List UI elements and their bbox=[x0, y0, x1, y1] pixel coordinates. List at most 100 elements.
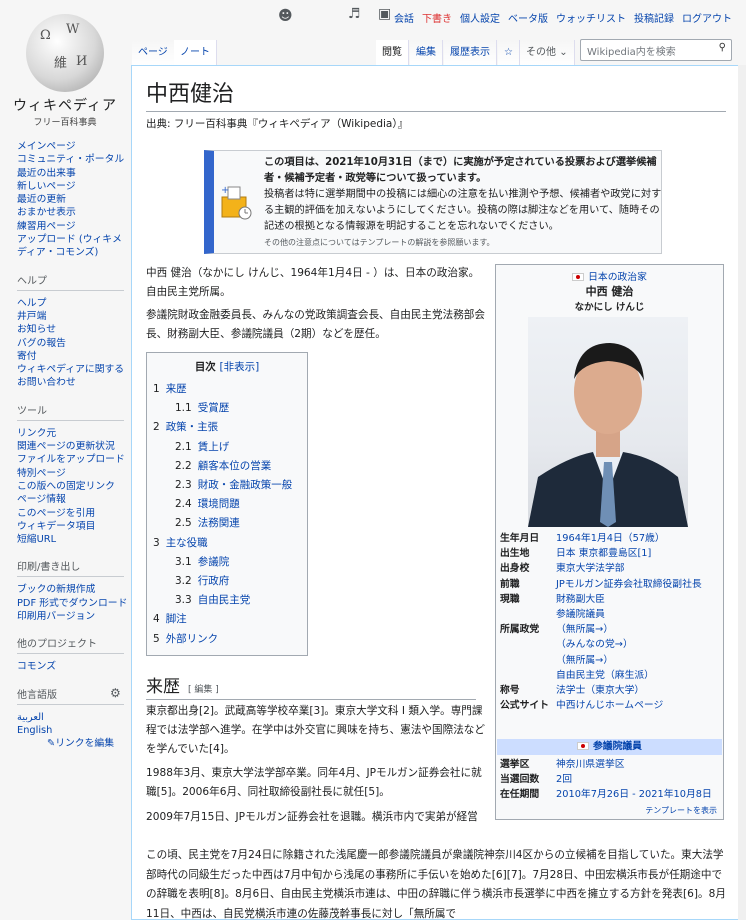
sidebar-item[interactable]: ファイルをアップロード bbox=[17, 453, 130, 466]
toc-item[interactable]: 3.1 参議院 bbox=[153, 553, 301, 572]
sidebar-heading-print: 印刷/書き出し bbox=[17, 558, 124, 578]
toc-item[interactable]: 1 来歴 bbox=[153, 380, 301, 399]
watch-star-icon[interactable]: ☆ bbox=[498, 40, 520, 66]
sidebar-item[interactable]: PDF 形式でダウンロード bbox=[17, 597, 130, 610]
sidebar-heading-other: 他のプロジェクト bbox=[17, 635, 124, 655]
personal-link[interactable]: 個人設定 bbox=[460, 10, 500, 25]
history-paragraph-3: 2009年7月15日、JPモルガン証券会社を退職。横浜市内で実弟が経営する環境コ… bbox=[146, 811, 478, 823]
personal-link[interactable]: 投稿記録 bbox=[634, 10, 674, 25]
chevron-down-icon: ⌄ bbox=[559, 47, 568, 58]
sidebar-item[interactable]: 短縮URL bbox=[17, 533, 130, 546]
search-icon[interactable]: ⚲ bbox=[719, 42, 726, 53]
sidebar-item[interactable]: おまかせ表示 bbox=[17, 206, 130, 219]
toc-item[interactable]: 3.3 自由民主党 bbox=[153, 591, 301, 610]
sidebar-item[interactable]: バグの報告 bbox=[17, 337, 130, 350]
sidebar-item[interactable]: 井戸端 bbox=[17, 310, 130, 323]
section-heading-history: 来歴[ 編集 ] bbox=[146, 672, 476, 700]
toc-item[interactable]: 2.4 環境問題 bbox=[153, 495, 301, 514]
tab-history[interactable]: 履歴表示 bbox=[444, 40, 497, 66]
sidebar-item[interactable]: العربية bbox=[17, 711, 130, 724]
infobox-name: 中西 健治 bbox=[585, 285, 634, 298]
svg-text:+: + bbox=[221, 185, 229, 196]
sidebar: メインページ コミュニティ・ポータル 最近の出来事 新しいページ 最近の更新 おまかせ表示… bbox=[0, 140, 130, 763]
toc-item[interactable]: 2.5 法務関連 bbox=[153, 514, 301, 533]
toc-item[interactable]: 4 脚注 bbox=[153, 610, 301, 629]
logo-wordmark: ウィキペディア bbox=[12, 98, 118, 114]
intro-paragraph-2: 参議院財政金融委員長、みんなの党政策調査会長、自由民主党法務部会長、財務副大臣、… bbox=[146, 309, 485, 340]
toc-item[interactable]: 1.1 受賞歴 bbox=[153, 399, 301, 418]
inbox-icon[interactable]: ▣ bbox=[378, 6, 391, 22]
sidebar-item[interactable]: ウィキデータ項目 bbox=[17, 520, 130, 533]
toc-item[interactable]: 2.3 財政・金融政策一般 bbox=[153, 476, 301, 495]
infobox: 日本の政治家 中西 健治 なかにし けんじ 参議院議員 テンプレートを表示 生年… bbox=[495, 264, 724, 820]
sidebar-item[interactable]: ウィキペディアに関するお問い合わせ bbox=[17, 363, 130, 390]
portrait-photo[interactable] bbox=[528, 317, 688, 527]
page-subtitle: 出典: フリー百科事典『ウィキペディア（Wikipedia）』 bbox=[146, 118, 409, 130]
sidebar-item[interactable]: この版への固定リンク bbox=[17, 480, 130, 493]
user-icon[interactable]: ☻ bbox=[278, 8, 293, 24]
toc-item[interactable]: 3 主な役職 bbox=[153, 534, 301, 553]
sidebar-item[interactable]: English bbox=[17, 724, 130, 737]
sidebar-item[interactable]: 新しいページ bbox=[17, 180, 130, 193]
toc-title: 目次 bbox=[194, 361, 216, 373]
sidebar-item[interactable]: ページ情報 bbox=[17, 493, 130, 506]
personal-link[interactable]: ログアウト bbox=[682, 10, 732, 25]
history-paragraph-4: この頃、民主党を7月24日に除籍された浅尾慶一郎参議院議員が衆議院神奈川4区から… bbox=[146, 849, 726, 920]
gear-icon[interactable]: ⚙ bbox=[110, 686, 121, 700]
bell-icon[interactable]: ♬ bbox=[348, 6, 361, 22]
section-edit-link[interactable]: [ 編集 ] bbox=[188, 685, 219, 695]
japan-flag-icon bbox=[572, 273, 585, 281]
sidebar-item[interactable]: 特別ページ bbox=[17, 467, 130, 480]
edit-links-link[interactable]: ✎リンクを編集 bbox=[17, 737, 130, 750]
sidebar-item[interactable]: 寄付 bbox=[17, 350, 130, 363]
sidebar-item[interactable]: 最近の更新 bbox=[17, 193, 130, 206]
infobox-band: 参議院議員 bbox=[497, 739, 722, 755]
page-title: 中西健治 bbox=[146, 76, 726, 112]
intro-paragraph-1: 中西 健治（なかにし けんじ、1964年1月4日 - ）は、日本の政治家。自由民… bbox=[146, 267, 480, 298]
personal-link[interactable]: ウォッチリスト bbox=[556, 10, 626, 25]
wikipedia-logo[interactable]: ΩW維И ウィキペディア フリー百科事典 bbox=[10, 10, 120, 130]
sidebar-item[interactable]: コモンズ bbox=[17, 660, 130, 673]
sidebar-item[interactable]: メインページ bbox=[17, 140, 130, 153]
template-link[interactable]: テンプレートを表示 bbox=[645, 805, 717, 816]
toc-item[interactable]: 2.2 顧客本位の営業 bbox=[153, 457, 301, 476]
sidebar-item[interactable]: 練習用ページ bbox=[17, 220, 130, 233]
tab-edit[interactable]: 編集 bbox=[410, 40, 443, 66]
sidebar-heading-help: ヘルプ bbox=[17, 272, 124, 291]
notice-line-1: この項目は、2021年10月31日（まで）に実施が予定されている投票および選挙候… bbox=[264, 157, 657, 184]
tab-more[interactable]: その他 ⌄ bbox=[520, 40, 575, 66]
tab-read[interactable]: 閲覧 bbox=[376, 40, 409, 66]
sidebar-item[interactable]: リンク元 bbox=[17, 427, 130, 440]
sidebar-item[interactable]: ブックの新規作成 bbox=[17, 583, 130, 596]
personal-link[interactable]: 会話 bbox=[394, 10, 414, 25]
sidebar-item[interactable]: お知らせ bbox=[17, 323, 130, 336]
election-notice: + この項目は、2021年10月31日（まで）に実施が予定されている投票および選… bbox=[204, 150, 662, 254]
toc-item[interactable]: 5 外部リンク bbox=[153, 630, 301, 649]
personal-tools: 会話 下書き 個人設定 ベータ版 ウォッチリスト 投稿記録 ログアウト bbox=[394, 10, 732, 25]
tab-page[interactable]: ページ bbox=[132, 40, 175, 66]
sidebar-item[interactable]: 関連ページの更新状況 bbox=[17, 440, 130, 453]
sidebar-item[interactable]: 印刷用バージョン bbox=[17, 610, 130, 623]
personal-link[interactable]: ベータ版 bbox=[508, 10, 548, 25]
toc-toggle[interactable]: [非表示] bbox=[219, 361, 259, 373]
search-input[interactable]: Wikipedia内を検索 ⚲ bbox=[580, 39, 732, 61]
sidebar-item[interactable]: ヘルプ bbox=[17, 297, 130, 310]
notice-line-2: 投稿者は特に選挙期間中の投稿には細心の注意を払い推測や予想、候補者や政党に対する… bbox=[264, 189, 662, 232]
toc-item[interactable]: 2 政策・主張 bbox=[153, 418, 301, 437]
history-paragraph-2: 1988年3月、東京大学法学部卒業。同年4月、JPモルガン証券会社に就職[5]。… bbox=[146, 767, 482, 798]
sidebar-item[interactable]: アップロード (ウィキメディア・コモンズ) bbox=[17, 233, 130, 260]
sidebar-item[interactable]: 最近の出来事 bbox=[17, 167, 130, 180]
toc-item[interactable]: 2.1 賃上げ bbox=[153, 438, 301, 457]
sidebar-item[interactable]: このページを引用 bbox=[17, 507, 130, 520]
sidebar-heading-lang: 他言語版 ⚙ bbox=[17, 686, 124, 705]
ballot-box-icon: + bbox=[221, 185, 252, 220]
tab-talk[interactable]: ノート bbox=[174, 40, 217, 66]
puzzle-globe-icon: ΩW維И bbox=[26, 14, 104, 92]
toc-item[interactable]: 3.2 行政府 bbox=[153, 572, 301, 591]
personal-link[interactable]: 下書き bbox=[422, 10, 452, 25]
sidebar-item[interactable]: コミュニティ・ポータル bbox=[17, 153, 130, 166]
scrollbar[interactable] bbox=[738, 65, 746, 920]
infobox-head[interactable]: 日本の政治家 bbox=[588, 272, 647, 283]
logo-tagline: フリー百科事典 bbox=[33, 118, 97, 128]
japan-flag-icon bbox=[577, 742, 589, 750]
